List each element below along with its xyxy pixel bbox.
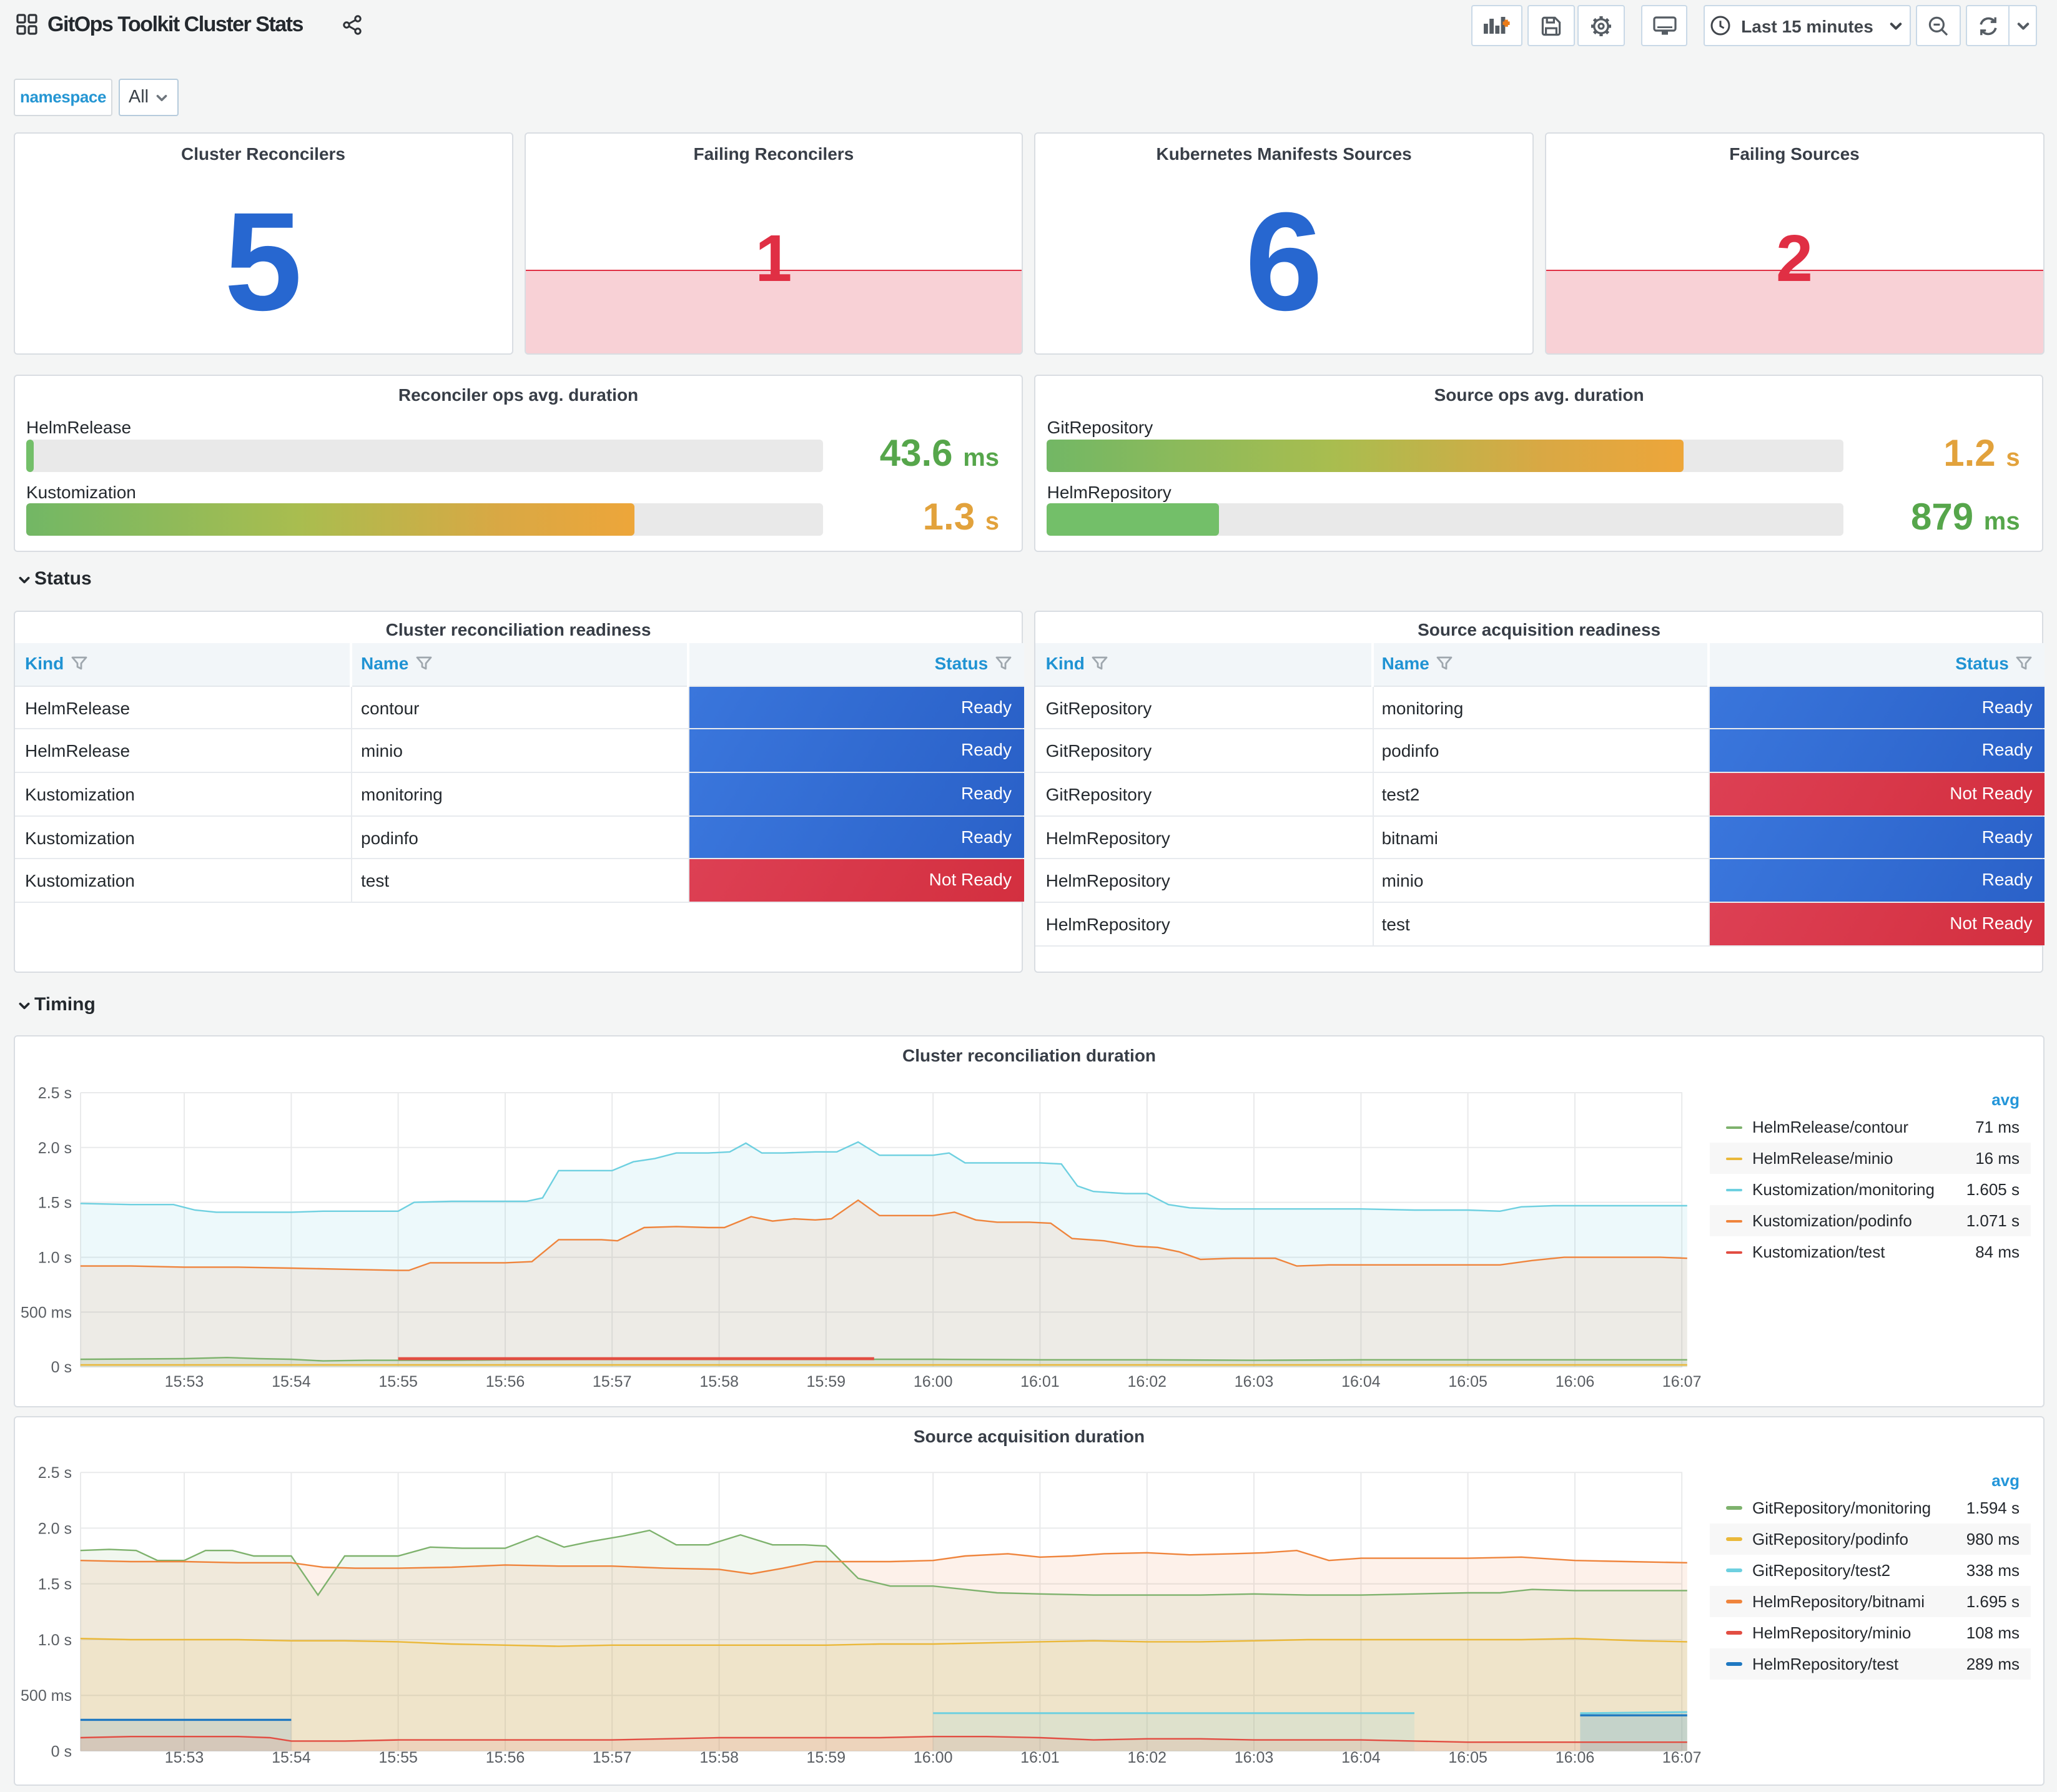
svg-text:500 ms: 500 ms [21, 1304, 72, 1321]
svg-text:2.0 s: 2.0 s [38, 1519, 72, 1537]
svg-text:16:05: 16:05 [1448, 1748, 1487, 1766]
svg-text:16:00: 16:00 [914, 1373, 953, 1391]
svg-text:2.0 s: 2.0 s [38, 1140, 72, 1157]
svg-text:16:02: 16:02 [1128, 1373, 1167, 1391]
svg-text:16:07: 16:07 [1662, 1748, 1702, 1766]
svg-text:0 s: 0 s [51, 1359, 72, 1376]
svg-text:16:03: 16:03 [1235, 1748, 1274, 1766]
svg-text:16:04: 16:04 [1341, 1748, 1381, 1766]
svg-text:16:03: 16:03 [1235, 1373, 1274, 1391]
svg-text:16:00: 16:00 [914, 1748, 953, 1766]
svg-text:16:06: 16:06 [1556, 1373, 1595, 1391]
svg-text:16:06: 16:06 [1556, 1748, 1595, 1766]
svg-text:16:04: 16:04 [1341, 1373, 1381, 1391]
svg-text:15:57: 15:57 [593, 1748, 632, 1766]
svg-text:16:01: 16:01 [1020, 1748, 1060, 1766]
svg-text:16:05: 16:05 [1448, 1373, 1487, 1391]
svg-text:15:54: 15:54 [272, 1373, 311, 1391]
svg-text:15:58: 15:58 [699, 1373, 739, 1391]
svg-text:15:55: 15:55 [378, 1748, 418, 1766]
svg-text:2.5 s: 2.5 s [38, 1085, 72, 1102]
svg-text:1.0 s: 1.0 s [38, 1249, 72, 1267]
svg-text:16:01: 16:01 [1020, 1373, 1060, 1391]
svg-text:1.5 s: 1.5 s [38, 1194, 72, 1212]
svg-text:15:57: 15:57 [593, 1373, 632, 1391]
svg-text:16:02: 16:02 [1128, 1748, 1167, 1766]
svg-text:15:59: 15:59 [807, 1373, 846, 1391]
svg-text:1.0 s: 1.0 s [38, 1631, 72, 1648]
svg-text:15:55: 15:55 [378, 1373, 418, 1391]
svg-text:15:54: 15:54 [272, 1748, 311, 1766]
svg-text:15:53: 15:53 [165, 1373, 204, 1391]
svg-text:15:56: 15:56 [486, 1373, 525, 1391]
svg-text:15:56: 15:56 [486, 1748, 525, 1766]
svg-text:0 s: 0 s [51, 1742, 72, 1760]
svg-text:1.5 s: 1.5 s [38, 1575, 72, 1593]
svg-text:15:53: 15:53 [165, 1748, 204, 1766]
svg-text:15:58: 15:58 [699, 1748, 739, 1766]
svg-text:2.5 s: 2.5 s [38, 1464, 72, 1481]
svg-text:15:59: 15:59 [807, 1748, 846, 1766]
svg-text:16:07: 16:07 [1662, 1373, 1702, 1391]
svg-text:500 ms: 500 ms [21, 1686, 72, 1704]
